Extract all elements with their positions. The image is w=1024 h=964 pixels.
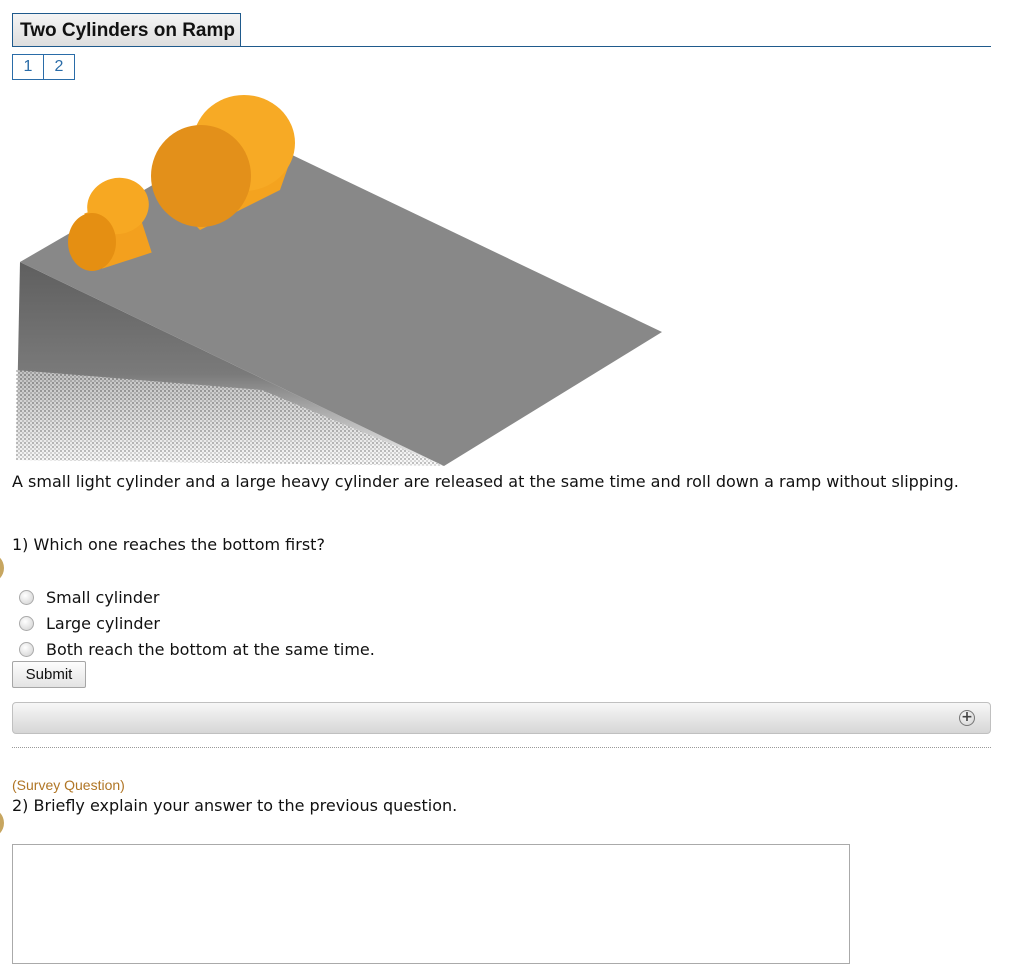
question-1-prompt: 1) Which one reaches the bottom first? — [12, 535, 325, 554]
problem-statement: A small light cylinder and a large heavy… — [12, 472, 959, 491]
section-divider — [12, 747, 991, 748]
page-title: Two Cylinders on Ramp — [12, 13, 241, 46]
title-divider — [12, 46, 991, 47]
question-marker — [0, 808, 4, 838]
option-same-time[interactable]: Both reach the bottom at the same time. — [19, 640, 375, 659]
option-label: Both reach the bottom at the same time. — [46, 640, 375, 659]
radio-small-cylinder[interactable] — [19, 590, 34, 605]
question-2-prompt: 2) Briefly explain your answer to the pr… — [12, 796, 458, 815]
plus-circle-icon[interactable]: + — [959, 710, 975, 726]
radio-large-cylinder[interactable] — [19, 616, 34, 631]
option-large-cylinder[interactable]: Large cylinder — [19, 614, 160, 633]
option-label: Large cylinder — [46, 614, 160, 633]
answer-textarea[interactable] — [12, 844, 850, 964]
option-small-cylinder[interactable]: Small cylinder — [19, 588, 159, 607]
feedback-expander-bar[interactable]: + — [12, 702, 991, 734]
page-navigator: 1 2 — [12, 54, 75, 80]
submit-button[interactable]: Submit — [12, 661, 86, 688]
page-button-1[interactable]: 1 — [12, 54, 44, 80]
option-label: Small cylinder — [46, 588, 160, 607]
survey-question-tag: (Survey Question) — [12, 777, 125, 793]
ramp-illustration — [16, 95, 662, 466]
radio-same-time[interactable] — [19, 642, 34, 657]
page-button-2[interactable]: 2 — [43, 54, 75, 80]
question-marker — [0, 553, 4, 583]
